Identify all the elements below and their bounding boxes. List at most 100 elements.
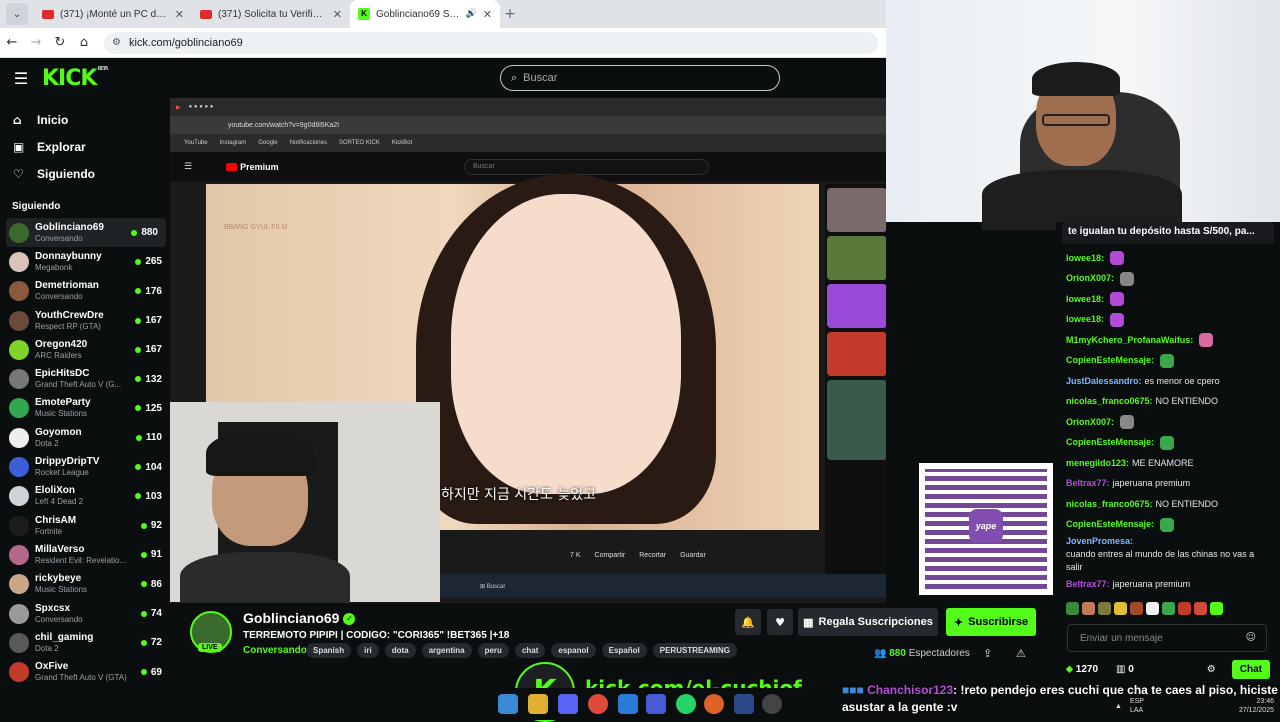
sidebar-channel[interactable]: Demetrioman Conversando 176: [0, 277, 170, 306]
tag-chip[interactable]: chat: [514, 643, 546, 658]
close-icon[interactable]: ✕: [333, 8, 342, 21]
settings-icon[interactable]: ⚙: [1207, 664, 1216, 675]
sidebar-channel[interactable]: EpicHitsDC Grand Theft Auto V (G... 132: [0, 364, 170, 393]
windows-start-icon[interactable]: [498, 694, 518, 714]
menu-icon[interactable]: ☰: [0, 69, 42, 88]
sidebar-item-explorar[interactable]: ▣ Explorar: [0, 133, 170, 160]
emote[interactable]: [1194, 602, 1207, 615]
tag-chip[interactable]: dota: [384, 643, 416, 658]
share-icon[interactable]: ⇪: [983, 647, 992, 660]
obs-icon[interactable]: [762, 694, 782, 714]
sidebar-channel[interactable]: Spxcsx Conversando 74: [0, 599, 170, 628]
chat-username[interactable]: CopienEsteMensaje:: [1066, 436, 1154, 449]
bell-icon[interactable]: 🔔: [735, 609, 761, 635]
app-icon[interactable]: [734, 694, 754, 714]
emote[interactable]: [1210, 602, 1223, 615]
search-input[interactable]: ⌕ Buscar: [500, 65, 780, 91]
chevron-up-icon[interactable]: ▲: [1115, 703, 1122, 710]
emote[interactable]: [1114, 602, 1127, 615]
chat-username[interactable]: CopienEsteMensaje:: [1066, 354, 1154, 367]
forward-icon[interactable]: →: [24, 35, 48, 50]
chat-username[interactable]: lowee18:: [1066, 252, 1104, 265]
reload-icon[interactable]: ↻: [48, 35, 72, 50]
sidebar-channel[interactable]: EloliXon Left 4 Dead 2 103: [0, 482, 170, 511]
sidebar-channel[interactable]: Donnaybunny Megabonk 265: [0, 247, 170, 276]
tag-chip[interactable]: PERUSTREAMING: [652, 643, 737, 658]
emote[interactable]: [1066, 602, 1079, 615]
emote[interactable]: [1178, 602, 1191, 615]
chat-username[interactable]: M1myKchero_ProfanaWaifus:: [1066, 334, 1193, 347]
chat-username[interactable]: OrionX007:: [1066, 272, 1114, 285]
close-icon[interactable]: ✕: [175, 8, 184, 21]
close-icon[interactable]: ✕: [483, 8, 492, 21]
browser-tab[interactable]: (371) Solicita tu Verificado en K ✕: [192, 2, 350, 26]
chat-username[interactable]: OrionX007:: [1066, 416, 1114, 429]
site-info-icon[interactable]: ⚙: [112, 37, 121, 48]
emote[interactable]: [1146, 602, 1159, 615]
video-player[interactable]: ▶ ● ● ● ● ● youtube.com/watch?v=9g0d8i5Ka…: [170, 98, 886, 603]
tag-chip[interactable]: iri: [357, 643, 379, 658]
chat-username[interactable]: menegildo123:: [1066, 457, 1129, 470]
whatsapp-icon[interactable]: [676, 694, 696, 714]
sidebar-channel[interactable]: rickybeye Music Stations 86: [0, 570, 170, 599]
tag-chip[interactable]: argentina: [421, 643, 472, 658]
tag-chip[interactable]: peru: [477, 643, 509, 658]
file-explorer-icon[interactable]: [528, 694, 548, 714]
chat-username[interactable]: Beltrax77:: [1066, 578, 1110, 591]
chat-username[interactable]: nicolas_franco0675:: [1066, 395, 1153, 408]
chat-username[interactable]: CopienEsteMensaje:: [1066, 518, 1154, 531]
emote[interactable]: [1098, 602, 1111, 615]
channel-name-text[interactable]: Goblinciano69: [243, 610, 339, 626]
chat-send-button[interactable]: Chat: [1231, 659, 1270, 679]
app-icon[interactable]: [646, 694, 666, 714]
sidebar-channel[interactable]: YouthCrewDre Respect RP (GTA) 167: [0, 306, 170, 335]
heart-follow-icon[interactable]: ♥: [767, 609, 793, 635]
emote[interactable]: [1162, 602, 1175, 615]
emote[interactable]: [1082, 602, 1095, 615]
firefox-icon[interactable]: [704, 694, 724, 714]
sidebar-channel[interactable]: Oregon420 ARC Raiders 167: [0, 335, 170, 364]
emoji-icon[interactable]: ☺: [1246, 632, 1256, 643]
chat-username[interactable]: lowee18:: [1066, 293, 1104, 306]
tab-search-button[interactable]: ⌄: [6, 3, 28, 25]
chat-username[interactable]: lowee18:: [1066, 313, 1104, 326]
home-icon[interactable]: ⌂: [72, 35, 96, 50]
url-field[interactable]: ⚙ kick.com/goblinciano69: [104, 31, 878, 54]
sidebar-item-inicio[interactable]: ⌂ Inicio: [0, 106, 170, 133]
category-link[interactable]: Conversando: [243, 645, 307, 656]
gift-subs-button[interactable]: ▦ Regala Suscripciones: [798, 608, 938, 636]
sidebar-channel[interactable]: Goyomon Dota 2 110: [0, 423, 170, 452]
vscode-icon[interactable]: [618, 694, 638, 714]
sidebar-item-siguiendo[interactable]: ♡ Siguiendo: [0, 160, 170, 187]
chat-username[interactable]: Beltrax77:: [1066, 477, 1110, 490]
chat-text: NO ENTIENDO: [1155, 498, 1219, 509]
report-icon[interactable]: ⚠: [1016, 647, 1026, 660]
back-icon[interactable]: ←: [0, 35, 24, 50]
browser-tab[interactable]: (371) ¡Monté un PC de 96 NÚC ✕: [34, 2, 192, 26]
tag-chip[interactable]: Español: [601, 643, 647, 658]
emote[interactable]: [1130, 602, 1143, 615]
kick-logo[interactable]: KICKBETA: [42, 66, 109, 91]
clock[interactable]: 23:46 27/12/2025: [1239, 697, 1274, 715]
discord-icon[interactable]: [558, 694, 578, 714]
sidebar-channel[interactable]: chil_gaming Dota 2 72: [0, 628, 170, 657]
chat-username[interactable]: JovenPromesa:: [1066, 535, 1133, 548]
sidebar-channel[interactable]: EmoteParty Music Stations 125: [0, 394, 170, 423]
chat-username[interactable]: JustDalessandro:: [1066, 375, 1142, 388]
sidebar-channel[interactable]: OxFive Grand Theft Auto V (GTA) 69: [0, 657, 170, 686]
tag-chip[interactable]: espanol: [551, 643, 596, 658]
subscribe-button[interactable]: ✦ Suscribirse: [946, 608, 1036, 636]
browser-tab-active[interactable]: K Goblinciano69 Stream - Wa 🔊 ✕: [350, 0, 500, 28]
sidebar-channel[interactable]: DrippyDripTV Rocket League 104: [0, 452, 170, 481]
sidebar-channel[interactable]: Goblinciano69 Conversando 880: [6, 218, 166, 248]
sidebar-channel[interactable]: MillaVerso Resident Evil: Revelatio... 91: [0, 540, 170, 569]
pinned-message[interactable]: te igualan tu depósito hasta S/500, pa..…: [1062, 222, 1274, 244]
chrome-icon[interactable]: [588, 694, 608, 714]
chat-username[interactable]: nicolas_franco0675:: [1066, 498, 1153, 511]
channel-info: chil_gaming Dota 2: [35, 632, 135, 654]
chat-input[interactable]: Enviar un mensaje ☺: [1067, 624, 1267, 652]
new-tab-button[interactable]: +: [500, 6, 520, 22]
speaker-icon[interactable]: 🔊: [466, 9, 477, 19]
sidebar-channel[interactable]: ChrisAM Fortnite 92: [0, 511, 170, 540]
tag-chip[interactable]: Spanish: [306, 643, 352, 658]
